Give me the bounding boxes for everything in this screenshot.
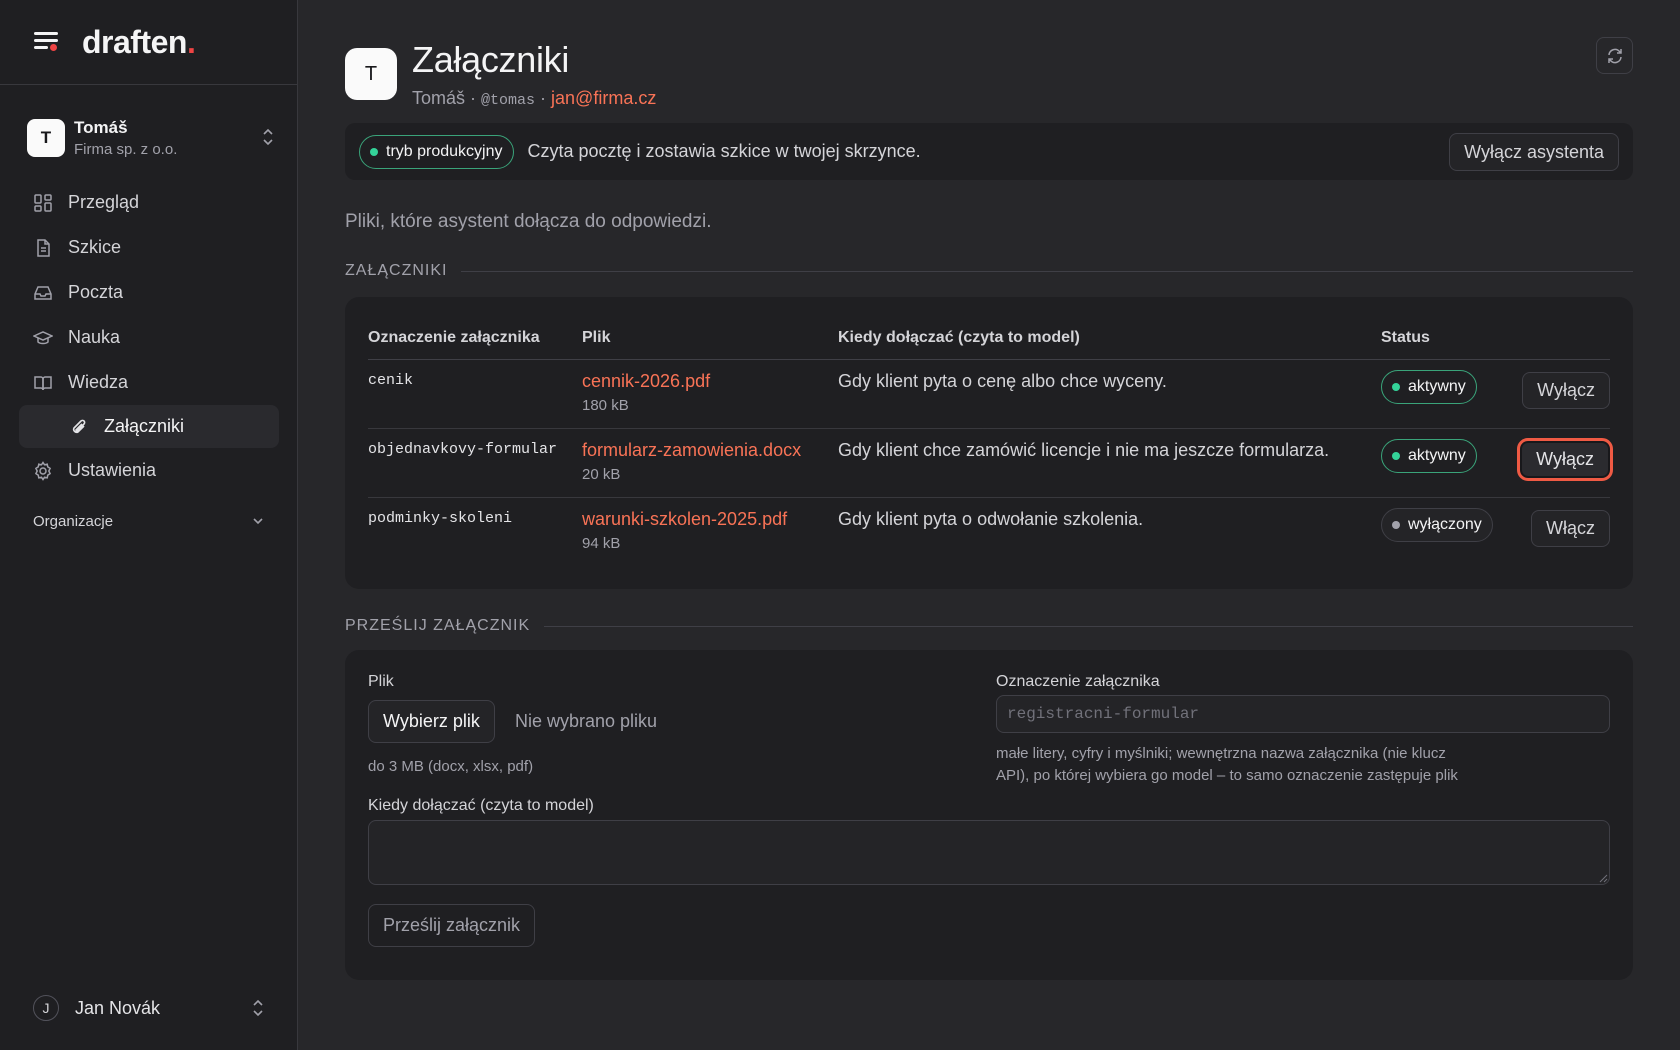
file-link[interactable]: formularz-zamowienia.docx	[582, 440, 838, 461]
attachment-key-input[interactable]	[996, 695, 1610, 733]
nav-item-szkice[interactable]: Szkice	[19, 225, 279, 270]
file-size: 20 kB	[582, 465, 621, 483]
refresh-button[interactable]	[1596, 37, 1633, 74]
refresh-icon	[1607, 48, 1622, 63]
nav-item-label: Załączniki	[104, 416, 185, 436]
nav-item-label: Szkice	[68, 237, 122, 257]
mode-description: Czyta pocztę i zostawia szkice w twojej …	[527, 141, 921, 161]
nav-item-poczta[interactable]: Poczta	[19, 270, 279, 315]
attach-condition: Gdy klient pyta o cenę albo chce wyceny.	[838, 359, 1381, 429]
file-field-label: Plik	[368, 673, 394, 690]
nav-item-label: Przegląd	[68, 192, 140, 212]
enable-attachment-button[interactable]: Włącz	[1531, 509, 1610, 547]
table-row: cenik cennik-2026.pdf 180 kB Gdy klient p…	[368, 359, 1610, 429]
main-nav: Przegląd Szkice Poczta Nauka Wiedza Załą…	[19, 180, 279, 493]
attachments-table-card: Oznaczenie załącznika Plik Kiedy dołącza…	[345, 297, 1633, 589]
key-field-label: Oznaczenie załącznika	[996, 673, 1160, 690]
section-heading-attachments: ZAŁĄCZNIKI	[345, 262, 1633, 280]
organizations-label: Organizacje	[33, 512, 114, 530]
user-name: Jan Novák	[75, 997, 161, 1018]
page-description: Pliki, które asystent dołącza do odpowie…	[345, 211, 712, 232]
upload-attachment-button[interactable]: Prześlij załącznik	[368, 904, 536, 947]
avatar: J	[33, 995, 59, 1021]
status-badge: wyłączony	[1381, 507, 1493, 542]
attachment-key: objednavkovy-formular	[368, 428, 582, 498]
owner-name: Tomáš	[412, 88, 466, 108]
grid-icon	[34, 193, 52, 212]
file-link[interactable]: cennik-2026.pdf	[582, 371, 838, 392]
page-title: Załączniki	[412, 39, 570, 80]
organizations-toggle[interactable]: Organizacje	[33, 510, 265, 532]
document-icon	[37, 238, 50, 257]
resize-handle-icon[interactable]	[1598, 873, 1608, 883]
brand: draften.	[0, 0, 297, 85]
page-header: T Załączniki Tomáš · @tomas · jan@firma.…	[345, 38, 656, 109]
owner-handle: @tomas	[481, 92, 536, 109]
nav-item-label: Nauka	[68, 327, 121, 347]
disable-attachment-button[interactable]: Wyłącz	[1517, 437, 1613, 481]
table-row: objednavkovy-formular formularz-zamowien…	[368, 428, 1613, 498]
avatar: T	[345, 48, 397, 100]
attachment-key: podminky-skoleni	[368, 509, 513, 527]
workspace-switcher[interactable]: T Tomáš Firma sp. z o.o.	[27, 115, 275, 160]
attachment-key: cenik	[368, 359, 582, 429]
nav-item-nauka[interactable]: Nauka	[19, 315, 279, 360]
workspace-name: Tomáš	[74, 117, 128, 137]
column-header: Kiedy dołączać (czyta to model)	[838, 317, 1381, 360]
disable-assistant-button[interactable]: Wyłącz asystenta	[1449, 133, 1619, 171]
file-size: 180 kB	[582, 396, 629, 414]
status-badge: aktywny	[1381, 438, 1477, 473]
mode-bar: tryb produkcyjny Czyta pocztę i zostawia…	[345, 123, 1633, 180]
page-subtitle: Tomáš · @tomas · jan@firma.cz	[412, 88, 657, 109]
owner-email-link[interactable]: jan@firma.cz	[551, 88, 656, 108]
nav-item-wiedza[interactable]: Wiedza	[19, 360, 279, 405]
when-textarea[interactable]	[368, 820, 1610, 885]
status-badge: aktywny	[1381, 369, 1477, 404]
column-header: Plik	[582, 317, 838, 360]
nav-item-ustawienia[interactable]: Ustawienia	[19, 448, 279, 493]
key-hint: małe litery, cyfry i myślniki; wewnętrzn…	[996, 745, 1458, 784]
nav-item-label: Ustawienia	[68, 460, 157, 480]
attach-condition: Gdy klient pyta o odwołanie szkolenia.	[838, 508, 1144, 529]
column-header: Status	[1381, 317, 1511, 360]
menu-icon[interactable]	[32, 31, 60, 53]
file-link[interactable]: warunki-szkolen-2025.pdf	[582, 509, 838, 530]
chevron-updown-icon	[253, 999, 263, 1017]
column-header: Oznaczenie załącznika	[368, 317, 582, 360]
section-heading-upload: PRZEŚLIJ ZAŁĄCZNIK	[345, 617, 1633, 635]
selected-file-name: Nie wybrano pliku	[515, 711, 658, 731]
chevron-updown-icon	[263, 128, 273, 146]
file-hint: do 3 MB (docx, xlsx, pdf)	[368, 758, 534, 775]
when-field-label: Kiedy dołączać (czyta to model)	[368, 797, 594, 814]
book-icon	[34, 375, 52, 390]
attachments-table: Oznaczenie załącznika Plik Kiedy dołącza…	[368, 317, 1613, 566]
attach-condition: Gdy klient chce zamówić licencje i nie m…	[838, 428, 1381, 498]
user-menu[interactable]: J Jan Novák	[33, 993, 265, 1023]
chevron-down-icon	[253, 518, 263, 525]
gear-icon	[34, 460, 52, 481]
table-row: podminky-skoleni warunki-szkolen-2025.pd…	[368, 497, 1610, 566]
status-badge: tryb produkcyjny	[359, 134, 514, 169]
file-size: 94 kB	[582, 534, 621, 552]
brand-logo[interactable]: draften.	[82, 24, 196, 61]
graduation-cap-icon	[33, 330, 53, 344]
nav-item-zalaczniki[interactable]: Załączniki	[19, 405, 279, 448]
upload-form-card: Plik Wybierz plik Nie wybrano pliku do 3…	[345, 650, 1633, 980]
workspace-company: Firma sp. z o.o.	[74, 140, 178, 158]
sidebar: draften. T Tomáš Firma sp. z o.o. Przegl…	[0, 0, 298, 1050]
nav-item-przeglad[interactable]: Przegląd	[19, 180, 279, 225]
disable-attachment-button[interactable]: Wyłącz	[1522, 371, 1610, 409]
nav-item-label: Wiedza	[68, 372, 129, 392]
inbox-icon	[34, 285, 52, 300]
choose-file-button[interactable]: Wybierz plik	[368, 700, 495, 743]
paperclip-icon	[72, 419, 86, 433]
workspace-avatar: T	[27, 118, 65, 157]
nav-item-label: Poczta	[68, 282, 124, 302]
